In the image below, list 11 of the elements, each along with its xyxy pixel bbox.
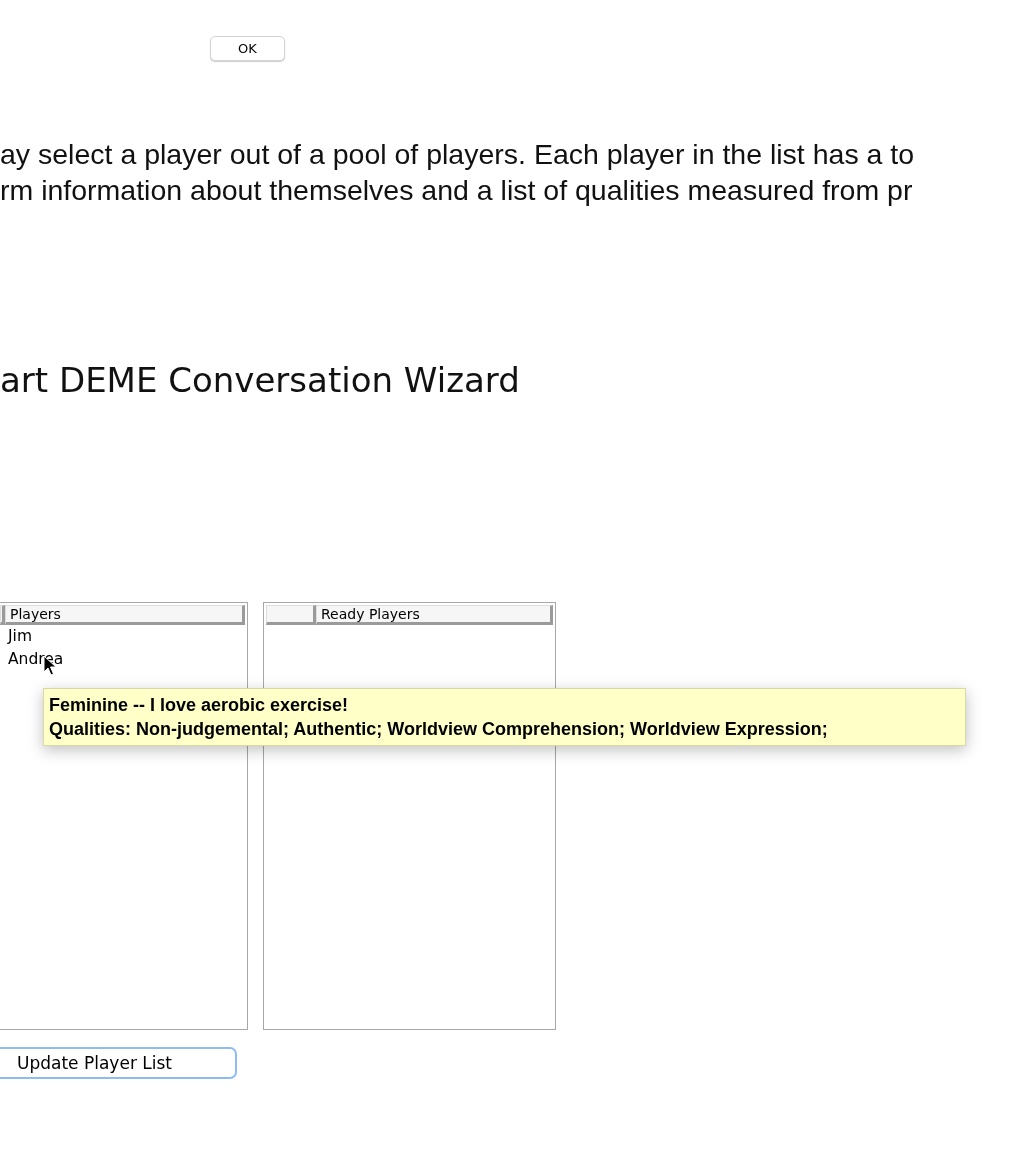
update-player-list-button[interactable]: Update Player List <box>0 1047 237 1079</box>
column-header[interactable]: Players <box>5 605 245 625</box>
column-header[interactable]: Ready Players <box>316 605 553 625</box>
tooltip: Feminine -- I love aerobic exercise! Qualities: Non-judgemental; Authentic; Worldview Comprehension; Worldview Expression; <box>43 688 966 746</box>
player-row[interactable]: Jim <box>0 625 247 648</box>
column-header[interactable] <box>0 605 5 625</box>
column-header[interactable] <box>266 605 316 625</box>
description-text: ay select a player out of a pool of players. Each player in the list has a to <box>0 137 916 172</box>
ok-button[interactable]: OK <box>210 36 285 61</box>
description-text: rm information about themselves and a list of qualities measured from pr <box>0 173 914 208</box>
wizard-title: art DEME Conversation Wizard <box>0 359 521 402</box>
